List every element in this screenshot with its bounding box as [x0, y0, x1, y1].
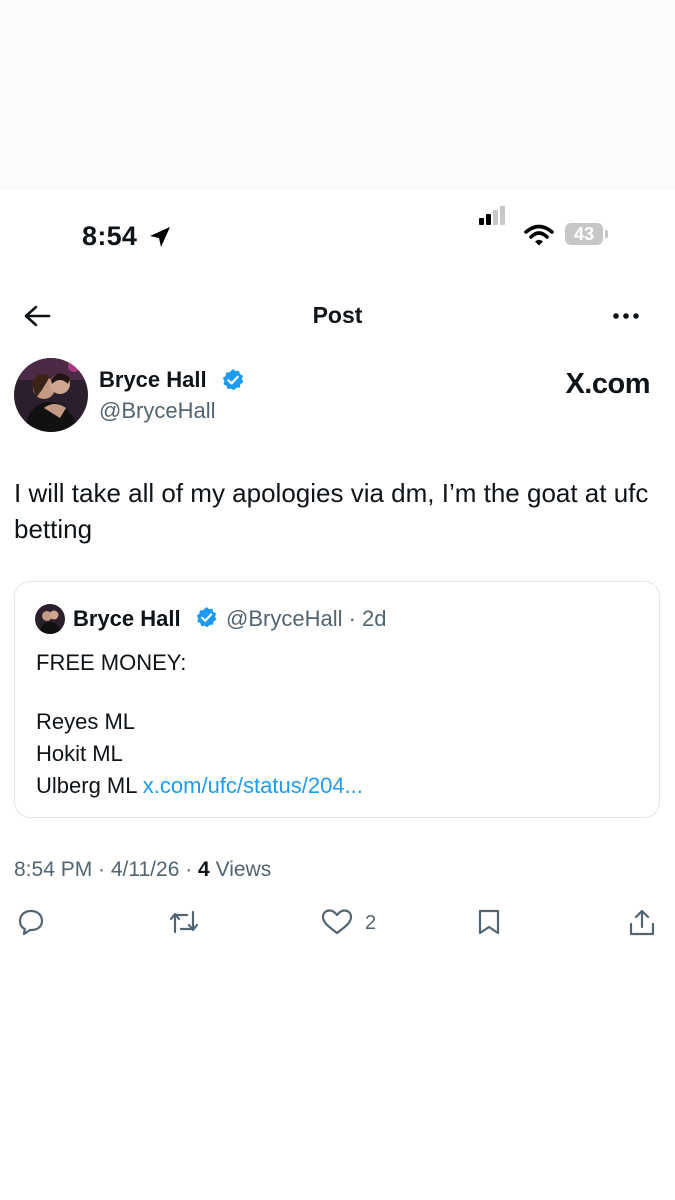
author-avatar[interactable] [14, 358, 88, 432]
verified-badge-icon [222, 369, 244, 391]
views-label: Views [209, 858, 272, 881]
quoted-author-handle: @BryceHall [226, 606, 343, 631]
quoted-author-avatar [35, 604, 65, 634]
battery-level: 43 [573, 224, 595, 244]
quoted-post-age: 2d [362, 606, 387, 631]
reply-icon [18, 909, 44, 936]
views-count: 4 [198, 858, 210, 881]
quoted-post-card[interactable]: Bryce Hall @BryceHall · 2d FREE MONEY: R… [14, 581, 660, 818]
quoted-post-meta: @BryceHall · 2d [226, 606, 387, 632]
share-icon [629, 909, 655, 936]
heart-icon [321, 909, 353, 935]
like-count: 2 [365, 912, 377, 934]
quoted-text-line: Hokit ML [36, 741, 123, 766]
post-timestamp: 8:54 PM · 4/11/26 · 4 Views [14, 858, 271, 882]
quoted-status-link[interactable]: x.com/ufc/status/204... [143, 773, 363, 798]
location-arrow-icon [150, 227, 170, 247]
quoted-text-line: Ulberg ML x.com/ufc/status/204... [36, 773, 363, 799]
author-handle[interactable]: @BryceHall [99, 398, 215, 424]
battery-nub [605, 230, 608, 238]
page-title: Post [312, 302, 363, 328]
post-text: I will take all of my apologies via dm, … [14, 478, 649, 544]
author-name[interactable]: Bryce Hall [99, 367, 207, 393]
meta-separator: · [342, 606, 363, 631]
battery-icon: 43 [565, 223, 603, 245]
quoted-text-line: FREE MONEY: [36, 650, 187, 675]
verified-badge-icon [196, 606, 217, 628]
more-options-icon[interactable] [610, 304, 642, 328]
quoted-text-prefix: Ulberg ML [36, 773, 143, 798]
bookmark-icon [478, 909, 500, 935]
top-background [0, 0, 675, 190]
wifi-icon [524, 224, 554, 246]
repost-icon [169, 910, 199, 934]
status-time: 8:54 [82, 221, 138, 251]
x-com-watermark: X.com [565, 368, 650, 400]
quoted-author-name: Bryce Hall [73, 606, 181, 631]
post-date-time: 8:54 PM · 4/11/26 · [14, 858, 199, 881]
quoted-text-line: Reyes ML [36, 709, 136, 734]
status-bar: 8:54 43 [0, 206, 675, 259]
